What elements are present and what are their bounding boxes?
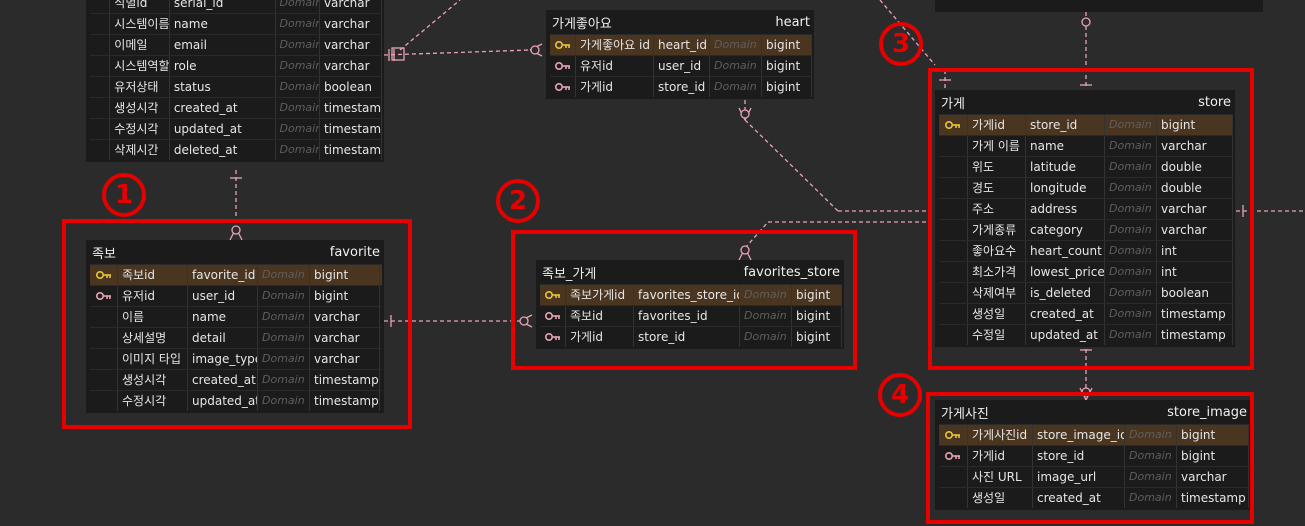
table-row[interactable]: 유저상태 status Domain boolean xyxy=(90,76,382,97)
domain-cell: Domain xyxy=(276,119,320,139)
domain-cell: Domain xyxy=(276,35,320,55)
key-cell xyxy=(550,35,576,55)
logical-name-cell: 식별id xyxy=(110,0,170,13)
key-icon xyxy=(554,62,570,70)
data-type-cell: varchar xyxy=(320,14,382,34)
physical-name-cell: serial_id xyxy=(170,0,276,13)
logical-name-cell: 생성시각 xyxy=(110,98,170,118)
badge-2: 2 xyxy=(496,179,540,223)
physical-name-cell: created_at xyxy=(170,98,276,118)
logical-name-cell: 수정시각 xyxy=(110,119,170,139)
key-cell xyxy=(550,77,576,97)
logical-name-cell: 이메일 xyxy=(110,35,170,55)
physical-name-cell: heart_id xyxy=(654,35,710,55)
table-row[interactable]: 시스템역할 role Domain varchar xyxy=(90,55,382,76)
badge-3: 3 xyxy=(879,22,923,66)
domain-cell: Domain xyxy=(710,56,762,76)
domain-cell: Domain xyxy=(276,56,320,76)
logical-name-cell: 가게id xyxy=(576,77,654,97)
highlight-box-4 xyxy=(926,392,1254,524)
key-cell xyxy=(90,14,111,34)
domain-cell: Domain xyxy=(276,0,320,13)
highlight-box-3 xyxy=(928,68,1254,370)
highlight-box-2 xyxy=(511,230,857,370)
data-type-cell: bigint xyxy=(762,35,812,55)
key-cell xyxy=(90,56,111,76)
table-row[interactable]: 시스템이름 name Domain varchar xyxy=(90,13,382,34)
table-row[interactable]: 유저id user_id Domain bigint xyxy=(550,55,812,76)
data-type-cell: timestamp xyxy=(320,140,382,160)
data-type-cell: timestamp xyxy=(320,98,382,118)
physical-name-cell: status xyxy=(170,77,276,97)
domain-cell: Domain xyxy=(276,77,320,97)
domain-cell: Domain xyxy=(276,140,320,160)
physical-name-cell: email xyxy=(170,35,276,55)
key-cell xyxy=(90,77,111,97)
data-type-cell: varchar xyxy=(320,56,382,76)
entity-header: 가게좋아요 heart xyxy=(546,10,814,34)
entity-heart[interactable]: 가게좋아요 heart 가게좋아요 id heart_id Domain bigint… xyxy=(546,10,814,99)
data-type-cell: bigint xyxy=(762,56,812,76)
physical-name-cell: updated_at xyxy=(170,119,276,139)
domain-cell: Domain xyxy=(276,98,320,118)
data-type-cell: varchar xyxy=(320,35,382,55)
table-row[interactable]: 생성시각created_atDomaintimestamp xyxy=(90,97,382,118)
key-icon xyxy=(554,83,570,91)
table-row[interactable]: 삭제시간deleted_atDomaintimestamp xyxy=(90,139,382,160)
table-row[interactable]: 가게id store_id Domain bigint xyxy=(550,76,812,97)
entity-title: 가게좋아요 xyxy=(552,16,612,32)
table-row[interactable]: 가게좋아요 id heart_id Domain bigint xyxy=(550,34,812,55)
physical-name-cell: user_id xyxy=(654,56,710,76)
key-cell xyxy=(90,0,111,13)
heart-rows: 가게좋아요 id heart_id Domain bigint 유저id user_id D… xyxy=(546,34,814,99)
badge-1: 1 xyxy=(102,173,146,217)
physical-name-cell: store_id xyxy=(654,77,710,97)
entity-user[interactable]: 식별id serial_id Domain varchar 시스템이름 name Domai… xyxy=(86,0,384,162)
domain-cell: Domain xyxy=(710,77,762,97)
data-type-cell: boolean xyxy=(320,77,382,97)
data-type-cell: timestamp xyxy=(320,119,382,139)
physical-name-cell: name xyxy=(170,14,276,34)
physical-name-cell: role xyxy=(170,56,276,76)
logical-name-cell: 시스템이름 xyxy=(110,14,170,34)
highlight-box-1 xyxy=(62,219,412,429)
logical-name-cell: 유저id xyxy=(576,56,654,76)
badge-4: 4 xyxy=(878,373,922,417)
table-row[interactable]: 수정시각updated_atDomaintimestamp xyxy=(90,118,382,139)
logical-name-cell: 가게좋아요 id xyxy=(576,35,654,55)
user-rows: 식별id serial_id Domain varchar 시스템이름 name Domai… xyxy=(86,0,384,162)
entity-offscreen-top-right[interactable] xyxy=(935,0,1263,12)
key-cell xyxy=(90,140,111,160)
logical-name-cell: 시스템역할 xyxy=(110,56,170,76)
physical-name-cell: deleted_at xyxy=(170,140,276,160)
key-cell xyxy=(90,98,111,118)
key-cell xyxy=(90,35,111,55)
data-type-cell: bigint xyxy=(762,77,812,97)
key-cell xyxy=(90,119,111,139)
table-row[interactable]: 식별id serial_id Domain varchar xyxy=(90,0,382,13)
domain-cell: Domain xyxy=(710,35,762,55)
entity-name: heart xyxy=(775,14,810,30)
key-cell xyxy=(550,56,576,76)
key-icon xyxy=(554,41,570,49)
logical-name-cell: 유저상태 xyxy=(110,77,170,97)
table-row[interactable]: 이메일 email Domain varchar xyxy=(90,34,382,55)
data-type-cell: varchar xyxy=(320,0,382,13)
domain-cell: Domain xyxy=(276,14,320,34)
logical-name-cell: 삭제시간 xyxy=(110,140,170,160)
